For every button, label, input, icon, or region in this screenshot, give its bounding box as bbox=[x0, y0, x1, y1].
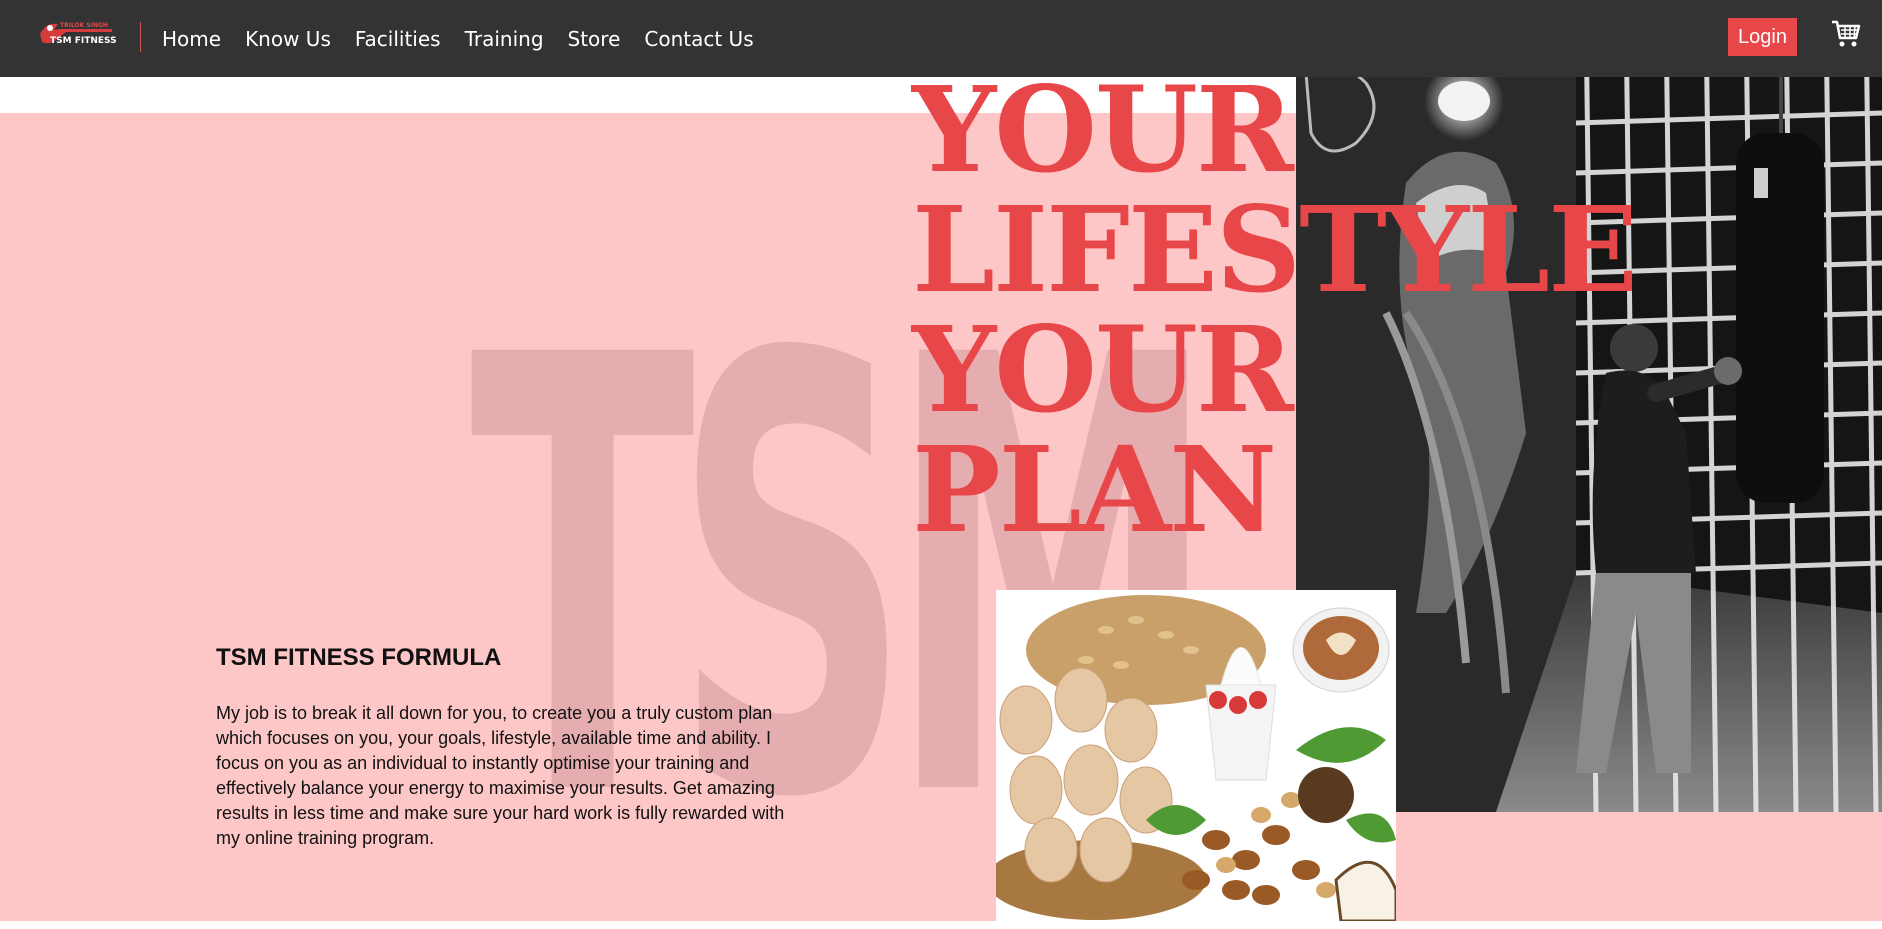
formula-title: TSM FITNESS FORMULA bbox=[216, 644, 502, 671]
tsm-fitness-logo[interactable]: TRILOK SINGH TSM FITNESS bbox=[36, 16, 117, 52]
headline-line-1: YOUR bbox=[912, 60, 1294, 199]
main-nav: Home Know Us Facilities Training Store C… bbox=[150, 0, 766, 77]
nav-home[interactable]: Home bbox=[150, 27, 233, 51]
headline-line-3: YOUR bbox=[912, 300, 1294, 439]
logo-text-top: TRILOK SINGH bbox=[60, 22, 108, 29]
shopping-cart-icon[interactable] bbox=[1830, 18, 1862, 50]
nav-facilities[interactable]: Facilities bbox=[343, 27, 453, 51]
formula-description: My job is to break it all down for you, … bbox=[216, 703, 785, 848]
logo-text-bottom: TSM FITNESS bbox=[50, 36, 116, 46]
hero-headline: YOUR LIFESTYLE YOUR PLAN bbox=[912, 60, 1638, 559]
headline-line-2: LIFESTYLE bbox=[912, 180, 1638, 319]
top-navbar: TRILOK SINGH TSM FITNESS Home Know Us Fa… bbox=[0, 0, 1882, 77]
nav-know-us[interactable]: Know Us bbox=[233, 27, 343, 51]
nav-training[interactable]: Training bbox=[453, 27, 556, 51]
nav-divider bbox=[140, 22, 141, 52]
nav-store[interactable]: Store bbox=[556, 27, 633, 51]
login-button[interactable]: Login bbox=[1728, 18, 1797, 56]
nutrition-food-image bbox=[996, 590, 1396, 921]
headline-line-4: PLAN bbox=[912, 420, 1277, 559]
nav-contact-us[interactable]: Contact Us bbox=[632, 27, 765, 51]
